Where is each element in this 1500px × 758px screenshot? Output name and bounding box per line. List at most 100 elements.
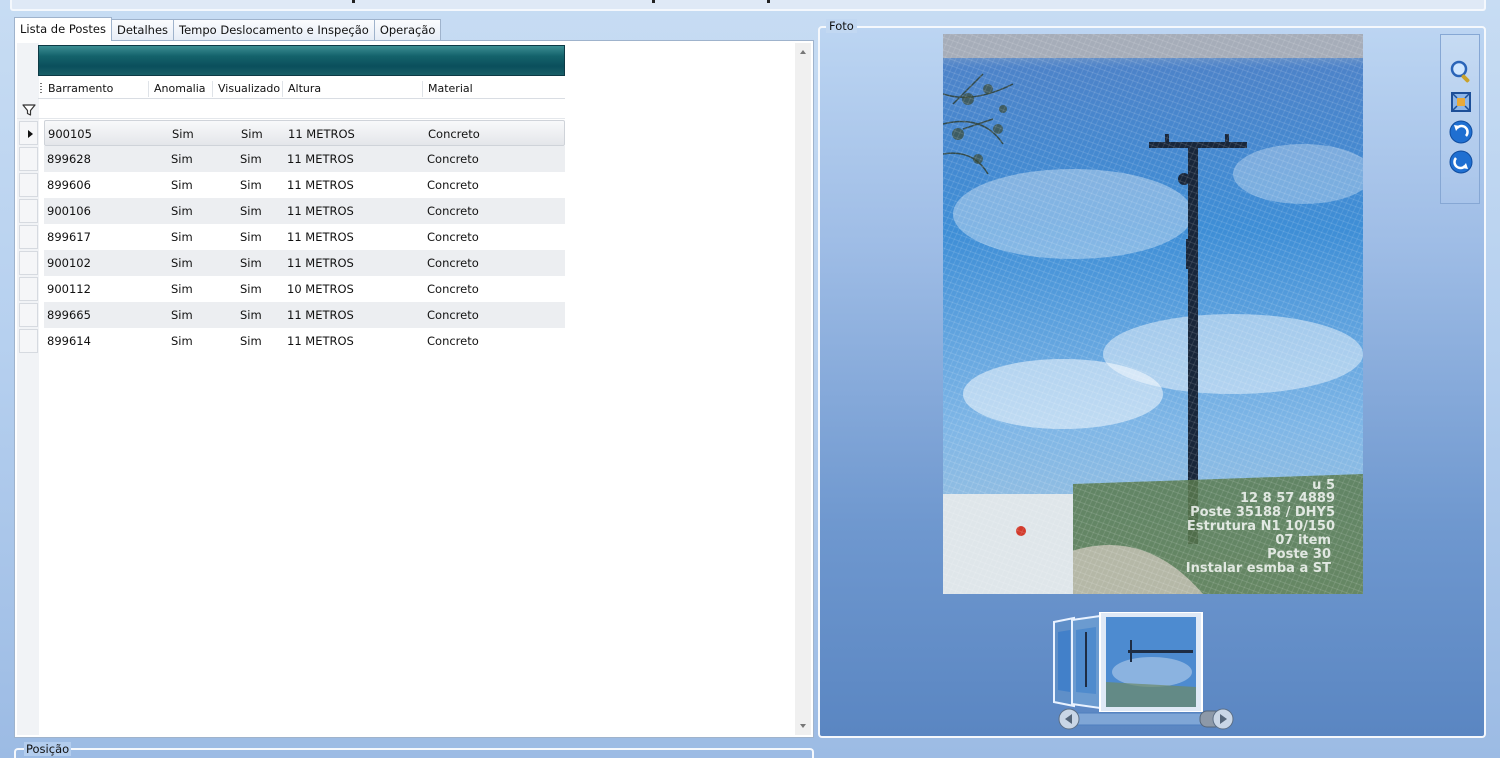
cell-material: Concreto: [427, 230, 479, 244]
cell-visualizado: Sim: [240, 204, 262, 218]
group-by-panel[interactable]: [38, 45, 565, 76]
cell-visualizado: Sim: [240, 230, 262, 244]
table-row[interactable]: 899614 Sim Sim 11 METROS Concreto: [17, 328, 565, 354]
photo-stamp-line: 07 item: [1275, 533, 1331, 548]
row-header[interactable]: [19, 121, 38, 145]
row-header[interactable]: [19, 303, 38, 327]
column-header-material[interactable]: Material: [424, 82, 473, 98]
cell-barramento: 900102: [47, 256, 91, 270]
pole-photo[interactable]: u 5 12 8 57 4889 Poste 35188 / DHY5 Estr…: [943, 34, 1363, 594]
table-row[interactable]: 900102 Sim Sim 11 METROS Concreto: [17, 250, 565, 276]
tab-tempo-deslocamento[interactable]: Tempo Deslocamento e Inspeção: [173, 19, 375, 41]
cell-material: Concreto: [427, 282, 479, 296]
column-header-anomalia[interactable]: Anomalia: [150, 82, 206, 98]
foto-label: Foto: [826, 19, 857, 33]
tab-operacao[interactable]: Operação: [373, 19, 442, 41]
table-row[interactable]: 899665 Sim Sim 11 METROS Concreto: [17, 302, 565, 328]
cell-anomalia: Sim: [171, 282, 193, 296]
thumbnail-next-icon[interactable]: [1212, 708, 1234, 730]
cell-material: Concreto: [427, 308, 479, 322]
row-header[interactable]: [19, 277, 38, 301]
tab-detalhes[interactable]: Detalhes: [110, 19, 175, 41]
cell-altura: 11 METROS: [287, 334, 354, 348]
cell-material: Concreto: [427, 152, 479, 166]
tab-strip: Lista de Postes Detalhes Tempo Deslocame…: [14, 17, 442, 41]
table-row[interactable]: 899606 Sim Sim 11 METROS Concreto: [17, 172, 565, 198]
cell-altura: 10 METROS: [287, 282, 354, 296]
column-header-visualizado[interactable]: Visualizado: [214, 82, 280, 98]
cell-anomalia: Sim: [171, 152, 193, 166]
posicao-label: Posição: [24, 742, 72, 756]
fit-to-window-icon[interactable]: [1448, 89, 1474, 115]
photo-stamp-line: Estrutura N1 10/150: [1187, 519, 1335, 534]
cell-barramento: 899606: [47, 178, 91, 192]
filter-row[interactable]: [17, 101, 565, 119]
app-window: Lista de Postes Detalhes Tempo Deslocame…: [0, 0, 1500, 758]
postes-grid: Barramento Anomalia Visualizado Altura M…: [14, 40, 814, 738]
photo-stamp-line: Poste 35188 / DHY5: [1190, 505, 1335, 520]
cell-visualizado: Sim: [240, 256, 262, 270]
table-row[interactable]: 899628 Sim Sim 11 METROS Concreto: [17, 146, 565, 172]
cell-altura: 11 METROS: [287, 230, 354, 244]
current-row-arrow-icon: [28, 130, 33, 138]
cell-barramento: 900112: [47, 282, 91, 296]
row-header[interactable]: [19, 251, 38, 275]
cell-barramento: 899628: [47, 152, 91, 166]
column-header-altura[interactable]: Altura: [284, 82, 321, 98]
cell-visualizado: Sim: [240, 152, 262, 166]
cell-altura: 11 METROS: [287, 308, 354, 322]
posicao-group: Posição: [14, 742, 814, 758]
table-row[interactable]: 899617 Sim Sim 11 METROS Concreto: [17, 224, 565, 250]
grid-vertical-scrollbar[interactable]: [795, 43, 811, 735]
cell-barramento: 900105: [48, 127, 92, 141]
left-panel: Lista de Postes Detalhes Tempo Deslocame…: [14, 16, 814, 738]
cell-material: Concreto: [427, 204, 479, 218]
cell-anomalia: Sim: [171, 256, 193, 270]
cell-material: Concreto: [428, 127, 480, 141]
cell-anomalia: Sim: [172, 127, 194, 141]
top-toolbar-strip: [10, 0, 1486, 11]
thumbnail-strip: [1052, 611, 1242, 713]
filter-icon[interactable]: [21, 102, 37, 118]
top-strip-mark: [352, 0, 355, 3]
cell-anomalia: Sim: [171, 230, 193, 244]
column-grip-icon[interactable]: [40, 83, 42, 95]
thumbnail-selected[interactable]: [1099, 611, 1203, 713]
cell-altura: 11 METROS: [287, 152, 354, 166]
cell-visualizado: Sim: [240, 282, 262, 296]
cell-anomalia: Sim: [171, 178, 193, 192]
rotate-right-icon[interactable]: [1448, 149, 1474, 175]
cell-barramento: 899617: [47, 230, 91, 244]
scroll-down-icon[interactable]: [800, 724, 806, 728]
tab-lista-de-postes[interactable]: Lista de Postes: [14, 17, 112, 41]
thumbnail-prev-icon[interactable]: [1058, 708, 1080, 730]
scroll-up-icon[interactable]: [800, 50, 806, 54]
cell-anomalia: Sim: [171, 204, 193, 218]
thumbnail[interactable]: [1071, 614, 1101, 710]
cell-material: Concreto: [427, 178, 479, 192]
table-row[interactable]: 900106 Sim Sim 11 METROS Concreto: [17, 198, 565, 224]
cell-barramento: 900106: [47, 204, 91, 218]
cell-visualizado: Sim: [240, 178, 262, 192]
row-header[interactable]: [19, 225, 38, 249]
photo-stamp-line: Poste 30: [1267, 547, 1331, 562]
photo-stamp-line: Instalar esmba a ST: [1186, 561, 1331, 576]
table-row[interactable]: 900105 Sim Sim 11 METROS Concreto: [17, 120, 565, 146]
cell-visualizado: Sim: [241, 127, 263, 141]
cell-material: Concreto: [427, 256, 479, 270]
row-header[interactable]: [19, 199, 38, 223]
column-header-barramento[interactable]: Barramento: [44, 82, 113, 98]
rotate-left-icon[interactable]: [1448, 119, 1474, 145]
row-header[interactable]: [19, 173, 38, 197]
grid-rows: 900105 Sim Sim 11 METROS Concreto 899628…: [17, 120, 565, 354]
zoom-icon[interactable]: [1448, 59, 1474, 85]
table-row[interactable]: 900112 Sim Sim 10 METROS Concreto: [17, 276, 565, 302]
photo-stamp-line: 12 8 57 4889: [1240, 491, 1335, 506]
row-header[interactable]: [19, 147, 38, 171]
row-header[interactable]: [19, 329, 38, 353]
thumbnail-scrollbar[interactable]: [1058, 708, 1234, 730]
top-strip-mark: [652, 0, 655, 3]
cell-altura: 11 METROS: [287, 178, 354, 192]
cell-material: Concreto: [427, 334, 479, 348]
photo-toolbar: [1440, 34, 1480, 204]
